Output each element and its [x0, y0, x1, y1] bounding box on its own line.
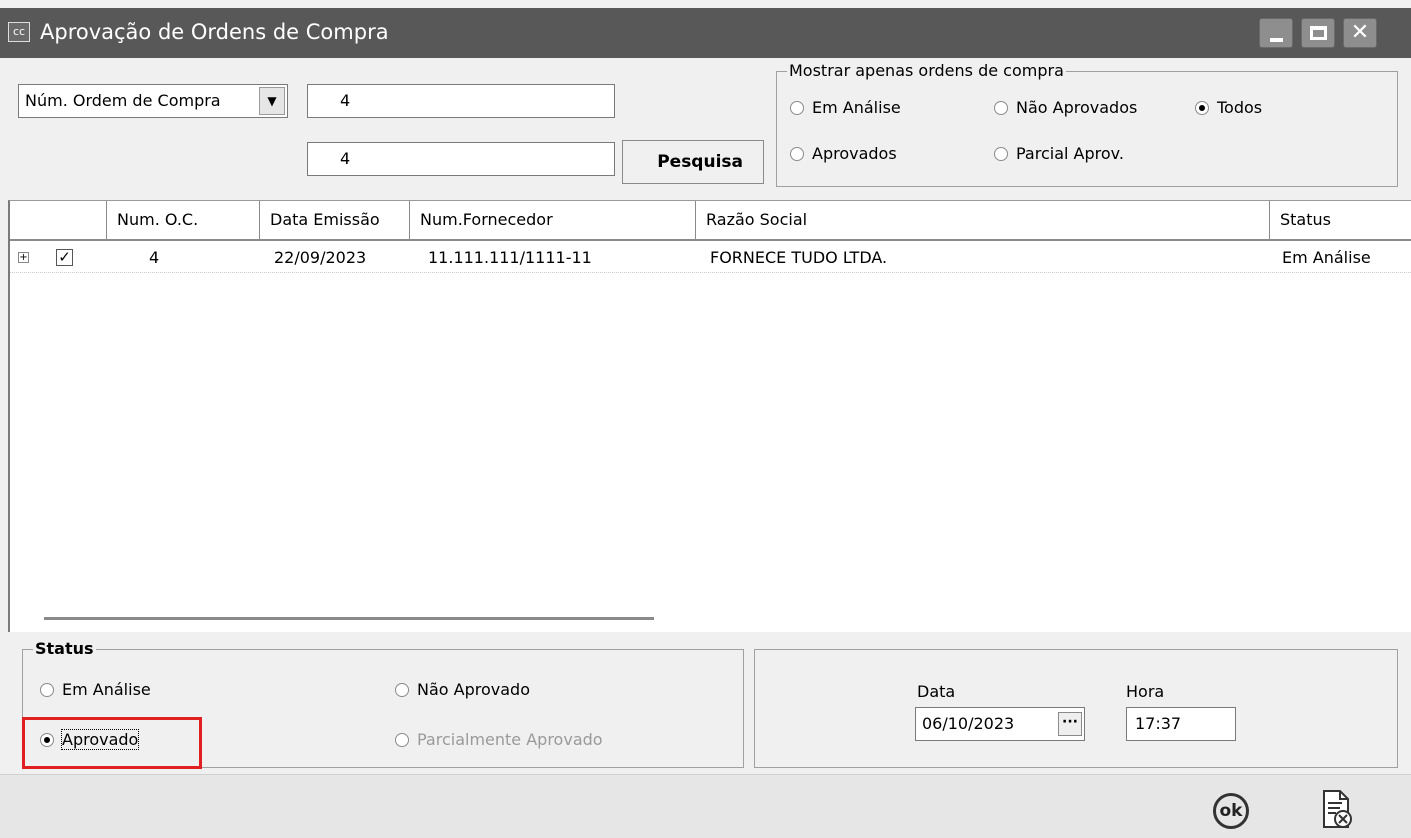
- radio-icon: [395, 682, 409, 697]
- column-header-num-oc[interactable]: Num. O.C.: [107, 201, 260, 239]
- status-radio-nao-aprovado[interactable]: Não Aprovado: [395, 680, 530, 699]
- window-title: Aprovação de Ordens de Compra: [40, 20, 389, 44]
- radio-icon: [994, 146, 1008, 161]
- search-from-input[interactable]: 4: [307, 84, 615, 118]
- column-header-num-fornecedor[interactable]: Num.Fornecedor: [410, 201, 696, 239]
- close-icon: ✕: [1350, 20, 1370, 45]
- date-picker-button[interactable]: ···: [1058, 712, 1082, 736]
- cell-num-oc: 4: [149, 248, 160, 267]
- cancel-document-icon: [1323, 790, 1352, 828]
- minimize-icon: [1270, 38, 1283, 42]
- filter-radio-parcial-aprov[interactable]: Parcial Aprov.: [994, 144, 1124, 163]
- column-header-data-emissao[interactable]: Data Emissão: [260, 201, 410, 239]
- search-field-select[interactable]: Núm. Ordem de Compra ▼: [18, 84, 288, 118]
- highlight-box: [22, 717, 202, 769]
- cell-num-fornecedor: 11.111.111/1111-11: [428, 248, 592, 267]
- filter-radio-label: Todos: [1217, 98, 1263, 117]
- filter-radio-label: Não Aprovados: [1016, 98, 1138, 117]
- column-header-status[interactable]: Status: [1270, 201, 1411, 239]
- status-radio-label: Não Aprovado: [417, 680, 530, 699]
- close-button[interactable]: ✕: [1343, 18, 1377, 48]
- filter-radio-em-analise[interactable]: Em Análise: [790, 98, 901, 117]
- radio-selected-icon: [1195, 100, 1209, 115]
- filter-radio-todos[interactable]: Todos: [1195, 98, 1262, 117]
- search-button[interactable]: Pesquisa: [622, 140, 764, 184]
- table-row[interactable]: + ✓ 4 22/09/2023 11.111.111/1111-11 FORN…: [10, 243, 1411, 273]
- search-to-input[interactable]: 4: [307, 142, 615, 176]
- app-icon: cc: [8, 22, 30, 42]
- filter-radio-label: Em Análise: [812, 98, 901, 117]
- status-group-title: Status: [33, 639, 96, 658]
- bottom-toolbar: ok: [0, 774, 1411, 838]
- column-header-razao-social[interactable]: Razão Social: [696, 201, 1270, 239]
- main-window: cc Aprovação de Ordens de Compra ✕ Núm. …: [0, 0, 1411, 838]
- filter-group-title: Mostrar apenas ordens de compra: [787, 61, 1066, 80]
- orders-grid[interactable]: Num. O.C. Data Emissão Num.Fornecedor Ra…: [8, 200, 1411, 632]
- maximize-button[interactable]: [1301, 18, 1335, 48]
- ok-button[interactable]: ok: [1213, 793, 1249, 829]
- time-input[interactable]: 17:37: [1126, 707, 1236, 741]
- filter-radio-label: Aprovados: [812, 144, 897, 163]
- cell-razao-social: FORNECE TUDO LTDA.: [710, 248, 888, 267]
- cancel-button[interactable]: [1320, 789, 1354, 831]
- filter-radio-label: Parcial Aprov.: [1016, 144, 1124, 163]
- maximize-icon: [1310, 26, 1327, 40]
- chevron-down-icon[interactable]: ▼: [259, 87, 285, 115]
- radio-icon: [790, 100, 804, 115]
- grid-header: Num. O.C. Data Emissão Num.Fornecedor Ra…: [10, 201, 1411, 241]
- date-value: 06/10/2023: [922, 714, 1015, 733]
- column-header-select[interactable]: [10, 201, 107, 239]
- search-field-select-value: Núm. Ordem de Compra: [25, 91, 221, 110]
- cell-data-emissao: 22/09/2023: [274, 248, 367, 267]
- status-radio-parcialmente-aprovado: Parcialmente Aprovado: [395, 730, 603, 749]
- filter-groupbox: Mostrar apenas ordens de compra: [776, 61, 1398, 187]
- status-radio-label: Parcialmente Aprovado: [417, 730, 603, 749]
- date-label: Data: [917, 682, 956, 701]
- time-label: Hora: [1126, 682, 1165, 701]
- cell-status: Em Análise: [1282, 248, 1371, 267]
- radio-icon: [395, 732, 409, 747]
- title-bar: cc Aprovação de Ordens de Compra ✕: [0, 8, 1411, 58]
- status-radio-em-analise[interactable]: Em Análise: [40, 680, 151, 699]
- radio-icon: [790, 146, 804, 161]
- status-radio-label: Em Análise: [62, 680, 151, 699]
- minimize-button[interactable]: [1259, 18, 1293, 48]
- radio-icon: [40, 682, 54, 697]
- expand-icon[interactable]: +: [18, 252, 29, 263]
- filter-radio-nao-aprovados[interactable]: Não Aprovados: [994, 98, 1137, 117]
- filter-radio-aprovados[interactable]: Aprovados: [790, 144, 897, 163]
- date-input[interactable]: 06/10/2023 ···: [915, 707, 1085, 741]
- horizontal-scrollbar[interactable]: [44, 617, 654, 620]
- radio-icon: [994, 100, 1008, 115]
- row-checkbox[interactable]: ✓: [56, 249, 73, 266]
